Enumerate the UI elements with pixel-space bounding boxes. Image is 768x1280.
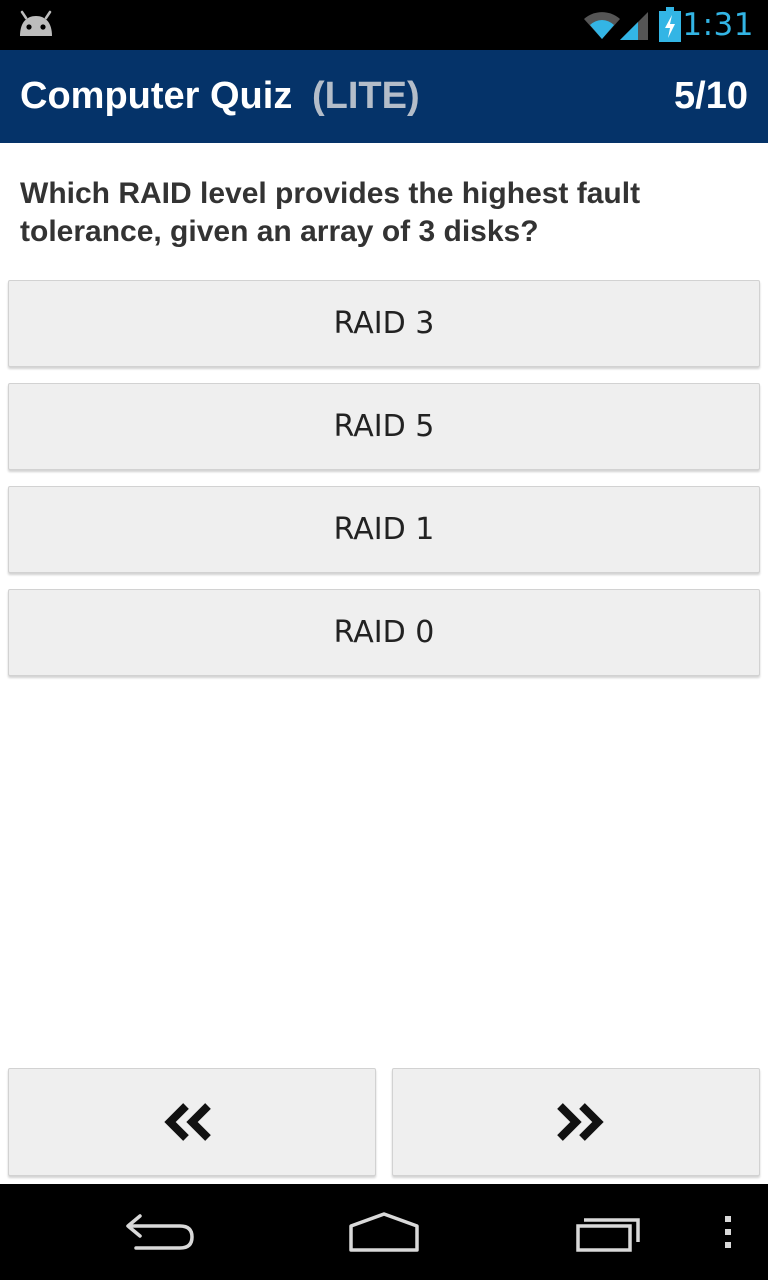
double-chevron-left-icon	[164, 1103, 211, 1141]
app-edition-label: (LITE)	[312, 75, 420, 117]
answer-button-2[interactable]: RAID 5	[8, 383, 760, 470]
status-bar: 1:31	[0, 0, 768, 50]
back-icon	[126, 1214, 194, 1250]
signal-icon	[620, 12, 648, 40]
question-text: Which RAID level provides the highest fa…	[20, 177, 641, 248]
app-header: Computer Quiz (LITE) 5/10	[0, 50, 768, 143]
system-navigation-bar	[0, 1184, 768, 1280]
home-icon	[349, 1212, 419, 1252]
android-icon	[20, 10, 52, 36]
back-button[interactable]	[114, 1204, 204, 1260]
answer-button-3[interactable]: RAID 1	[8, 486, 760, 573]
recents-icon	[576, 1218, 640, 1252]
answer-button-1[interactable]: RAID 3	[8, 280, 760, 367]
home-button[interactable]	[339, 1204, 429, 1260]
question-progress: 5/10	[674, 75, 748, 117]
previous-question-button[interactable]	[8, 1068, 376, 1176]
wifi-icon	[584, 12, 620, 39]
answer-list: RAID 3 RAID 5 RAID 1 RAID 0	[8, 280, 760, 692]
recents-button[interactable]	[564, 1204, 654, 1260]
battery-charging-icon	[659, 7, 681, 42]
status-bar-clock: 1:31	[682, 7, 754, 43]
next-question-button[interactable]	[392, 1068, 760, 1176]
overflow-menu-icon	[725, 1216, 731, 1248]
overflow-menu-button[interactable]	[712, 1204, 744, 1260]
app-title: Computer Quiz	[20, 75, 293, 117]
answer-button-4[interactable]: RAID 0	[8, 589, 760, 676]
double-chevron-right-icon	[557, 1103, 604, 1141]
